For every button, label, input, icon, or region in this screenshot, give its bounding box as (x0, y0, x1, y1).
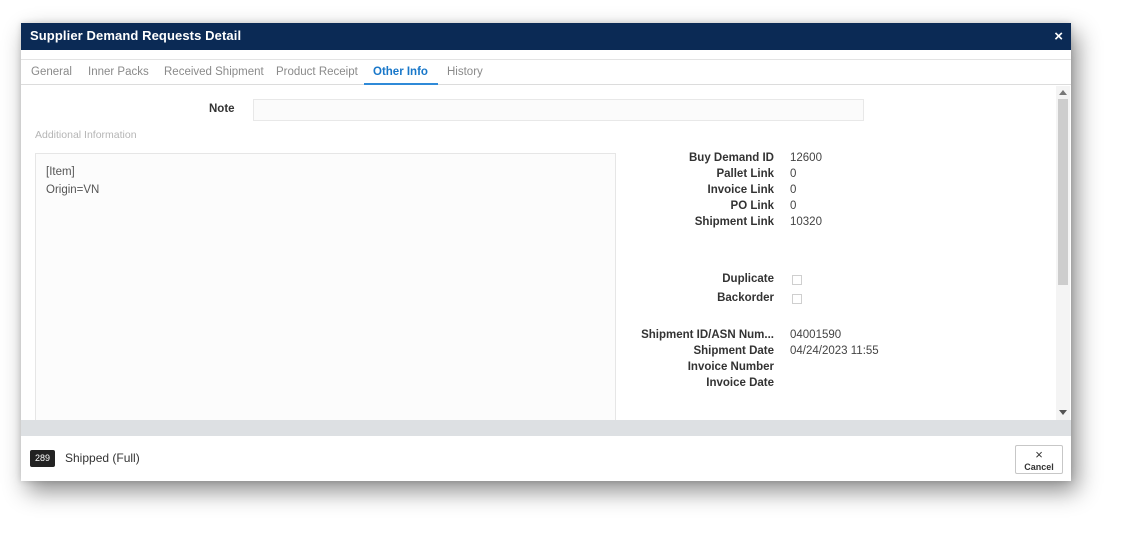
scroll-down-arrow-icon[interactable] (1059, 410, 1067, 415)
tab-bar: General Inner Packs Received Shipment Pr… (21, 59, 1071, 85)
backorder-checkbox[interactable] (792, 294, 802, 304)
tab-history[interactable]: History (447, 66, 483, 78)
duplicate-checkbox[interactable] (792, 275, 802, 285)
po-link-value: 0 (790, 200, 797, 212)
vertical-scrollbar[interactable] (1056, 86, 1070, 420)
shipment-link-value: 10320 (790, 216, 822, 228)
tab-received-shipment[interactable]: Received Shipment (164, 66, 264, 78)
active-tab-indicator (364, 83, 438, 85)
note-input[interactable] (253, 99, 864, 121)
shipment-date-label: Shipment Date (693, 345, 774, 357)
shipment-link-label: Shipment Link (694, 216, 774, 228)
note-label: Note (209, 103, 235, 115)
shipment-id-value: 04001590 (790, 329, 842, 341)
shipment-id-label: Shipment ID/ASN Num... (641, 329, 774, 341)
additional-info-line: [Item] (46, 166, 75, 178)
dialog-titlebar: Supplier Demand Requests Detail × (21, 23, 1071, 50)
status-badge: 289 (30, 450, 55, 467)
buy-demand-id-value: 12600 (790, 152, 822, 164)
invoice-link-label: Invoice Link (707, 184, 774, 196)
separator-strip (21, 420, 1071, 436)
additional-information-label: Additional Information (35, 129, 137, 141)
backorder-label: Backorder (717, 292, 774, 304)
buy-demand-id-label: Buy Demand ID (689, 152, 774, 164)
cancel-button-label: Cancel (1024, 462, 1054, 472)
cancel-button[interactable]: × Cancel (1015, 445, 1063, 474)
pallet-link-label: Pallet Link (716, 168, 774, 180)
invoice-date-label: Invoice Date (706, 377, 774, 389)
additional-information-textarea[interactable]: [Item] Origin=VN (35, 153, 616, 420)
tab-other-info[interactable]: Other Info (373, 66, 428, 78)
other-info-panel: Note Additional Information [Item] Origi… (21, 86, 1056, 420)
dialog-title: Supplier Demand Requests Detail (30, 28, 242, 43)
close-icon: × (1035, 447, 1043, 462)
tab-product-receipt[interactable]: Product Receipt (276, 66, 358, 78)
dialog-footer: 289 Shipped (Full) × Cancel (21, 436, 1071, 481)
tab-inner-packs[interactable]: Inner Packs (88, 66, 149, 78)
invoice-number-label: Invoice Number (687, 361, 774, 373)
shipment-date-value: 04/24/2023 11:55 (790, 345, 879, 357)
pallet-link-value: 0 (790, 168, 797, 180)
po-link-label: PO Link (730, 200, 774, 212)
scroll-thumb[interactable] (1058, 99, 1068, 285)
duplicate-label: Duplicate (722, 273, 774, 285)
additional-info-line: Origin=VN (46, 184, 100, 196)
invoice-link-value: 0 (790, 184, 797, 196)
scroll-up-arrow-icon[interactable] (1059, 90, 1067, 95)
close-icon[interactable]: × (1054, 28, 1063, 46)
status-text: Shipped (Full) (65, 451, 140, 465)
tab-general[interactable]: General (31, 66, 72, 78)
supplier-demand-dialog: Supplier Demand Requests Detail × Genera… (21, 23, 1071, 481)
